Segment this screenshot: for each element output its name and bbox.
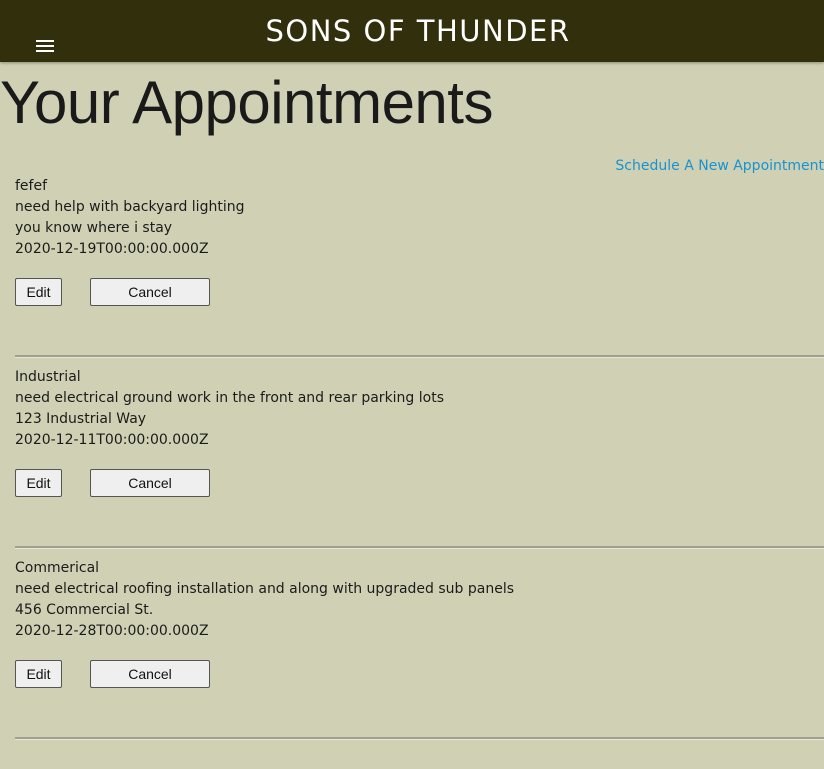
edit-button[interactable]: Edit [15, 278, 62, 306]
appointment-description: need electrical ground work in the front… [15, 390, 445, 406]
appointment-description: need electrical roofing installation and… [15, 581, 515, 597]
appointment-address: 456 Commercial St. [15, 602, 154, 618]
edit-button[interactable]: Edit [15, 660, 62, 688]
appointment-card: Commerical need electrical roofing insta… [15, 558, 824, 740]
schedule-new-appointment-link[interactable]: Schedule A New Appointment [615, 157, 824, 175]
appointment-date: 2020-12-28T00:00:00.000Z [15, 623, 209, 639]
cancel-button[interactable]: Cancel [90, 469, 210, 497]
page-title: Your Appointments [0, 69, 493, 136]
appointment-address: you know where i stay [15, 220, 173, 236]
appointment-date: 2020-12-11T00:00:00.000Z [15, 432, 209, 448]
app-header: SONS OF THUNDER [0, 0, 824, 62]
appointment-title: fefef [15, 178, 48, 194]
appointment-title: Commerical [15, 560, 100, 576]
appointment-address: 123 Industrial Way [15, 411, 147, 427]
divider [15, 546, 824, 549]
appointment-date: 2020-12-19T00:00:00.000Z [15, 241, 209, 257]
brand-title: SONS OF THUNDER [265, 14, 571, 48]
appointment-description: need help with backyard lighting [15, 199, 245, 215]
appointment-card: Industrial need electrical ground work i… [15, 367, 824, 549]
edit-button[interactable]: Edit [15, 469, 62, 497]
cancel-button[interactable]: Cancel [90, 278, 210, 306]
divider [15, 737, 824, 740]
cancel-button[interactable]: Cancel [90, 660, 210, 688]
appointment-title: Industrial [15, 369, 81, 385]
appointment-card: fefef need help with backyard lighting y… [15, 176, 824, 358]
divider [15, 355, 824, 358]
